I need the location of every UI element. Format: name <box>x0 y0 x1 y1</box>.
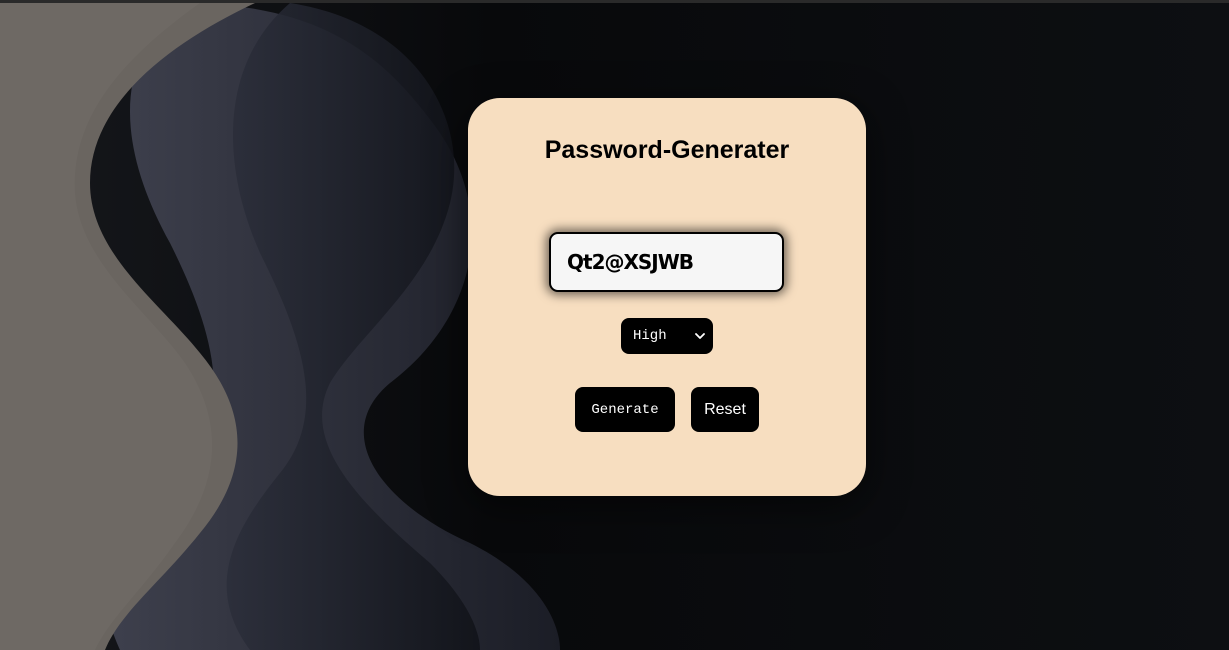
password-output-field[interactable] <box>549 232 784 292</box>
chevron-down-icon <box>693 329 707 343</box>
strength-select-value: High <box>633 328 667 344</box>
reset-button[interactable]: Reset <box>691 387 759 432</box>
generate-button[interactable]: Generate <box>575 387 675 432</box>
password-generator-card: Password-Generater High Generate Reset <box>468 98 866 496</box>
strength-select[interactable]: High <box>621 318 713 354</box>
app-title: Password-Generater <box>544 136 790 164</box>
